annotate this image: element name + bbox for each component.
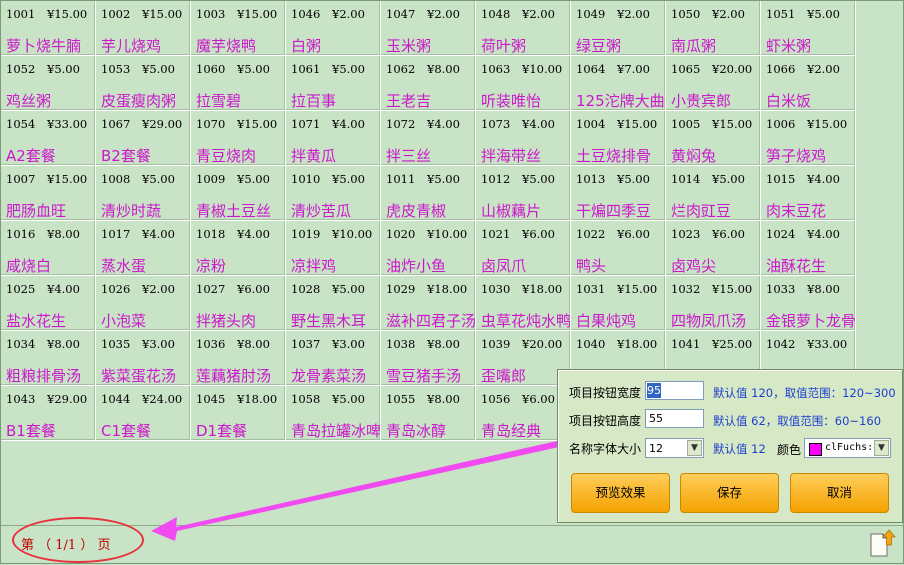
color-value: clFuchs: bbox=[825, 442, 874, 453]
chevron-down-icon[interactable]: ▼ bbox=[874, 440, 889, 456]
chevron-down-icon[interactable]: ▼ bbox=[687, 440, 702, 456]
font-size-value: 12 bbox=[649, 442, 663, 455]
height-label: 项目按钮高度 bbox=[569, 414, 642, 428]
width-hint: 默认值 120，取值范围：120~300 bbox=[713, 386, 896, 400]
save-button[interactable]: 保存 bbox=[680, 473, 779, 513]
font-size-label: 名称字体大小 bbox=[569, 442, 642, 456]
width-label: 项目按钮宽度 bbox=[569, 386, 642, 400]
font-size-select[interactable]: 12 ▼ bbox=[645, 438, 704, 458]
font-size-hint: 默认值 12 bbox=[713, 442, 766, 456]
color-label: 颜色 bbox=[777, 443, 802, 457]
document-upload-icon[interactable] bbox=[870, 529, 896, 557]
cancel-button[interactable]: 取消 bbox=[790, 473, 889, 513]
preview-button[interactable]: 预览效果 bbox=[571, 473, 670, 513]
color-swatch bbox=[809, 443, 822, 456]
main-window: 1001 ¥15.00 萝卜烧牛腩 1002 ¥15.00 芋儿烧鸡 1003 ¥15.00 魔… bbox=[0, 0, 904, 564]
height-hint: 默认值 62，取值范围：60~160 bbox=[713, 414, 882, 428]
height-input[interactable] bbox=[645, 409, 704, 428]
settings-panel: 项目按钮宽度 95 默认值 120，取值范围：120~300 项目按钮高度 默认… bbox=[557, 369, 903, 523]
width-value-selected: 95 bbox=[647, 383, 661, 398]
color-select[interactable]: clFuchs: ▼ bbox=[804, 438, 891, 458]
